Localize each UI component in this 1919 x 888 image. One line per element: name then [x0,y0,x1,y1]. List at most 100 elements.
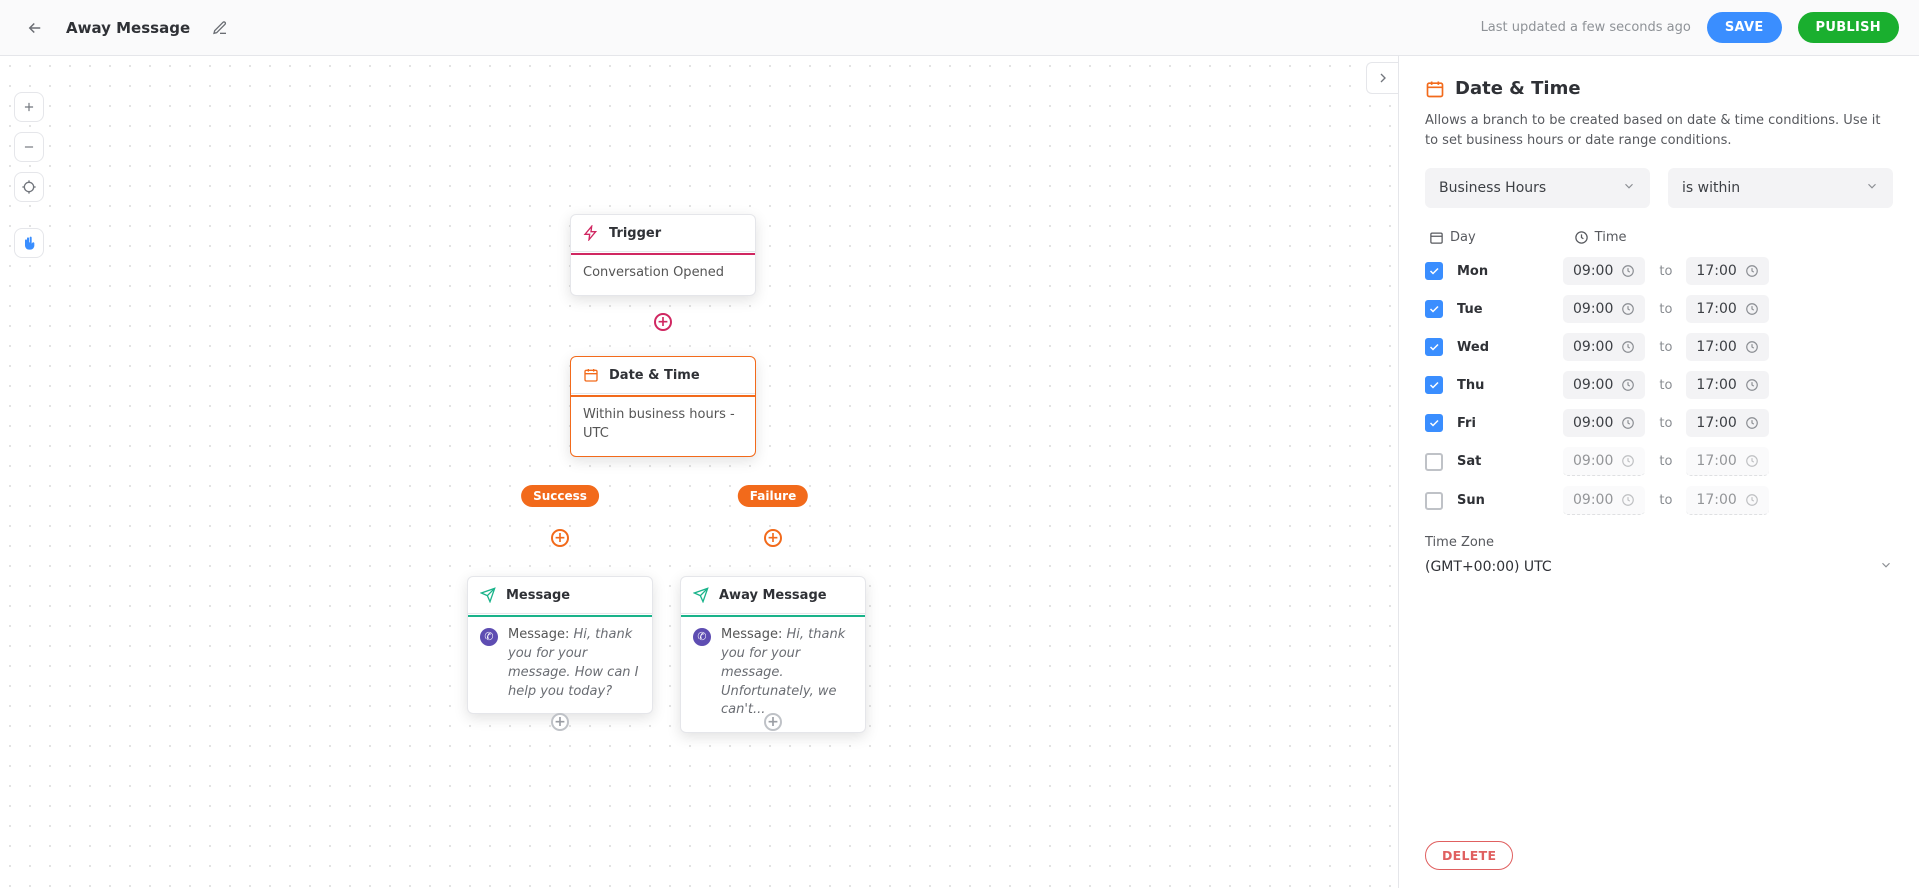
day-name: Sat [1457,454,1505,469]
clock-icon [1621,264,1635,278]
time-from-sat: 09:00 [1563,447,1645,476]
panel-heading-text: Date & Time [1455,78,1581,99]
day-name: Thu [1457,378,1505,393]
day-name: Wed [1457,340,1505,355]
zoom-in-button[interactable] [14,92,44,122]
time-from-mon[interactable]: 09:00 [1563,257,1645,285]
time-to-fri[interactable]: 17:00 [1686,409,1768,437]
clock-icon [1621,493,1635,507]
collapse-panel-button[interactable] [1366,62,1398,94]
plus-icon [22,100,36,114]
time-from-thu[interactable]: 09:00 [1563,371,1645,399]
time-from-fri[interactable]: 09:00 [1563,409,1645,437]
add-step-failure-branch[interactable]: + [764,529,782,547]
day-checkbox-sun[interactable] [1425,492,1443,510]
clock-icon [1745,416,1759,430]
day-row-wed: Wed 09:00 to 17:00 [1425,333,1893,361]
publish-button[interactable]: PUBLISH [1798,12,1899,43]
flow-canvas[interactable]: + + + + + Success Failure Trigger Conver… [0,56,1399,888]
pan-tool-button[interactable] [14,228,44,258]
day-checkbox-mon[interactable] [1425,262,1443,280]
time-to-mon[interactable]: 17:00 [1686,257,1768,285]
day-checkbox-wed[interactable] [1425,338,1443,356]
condition-type-select[interactable]: Business Hours [1425,168,1650,208]
add-step-after-trigger[interactable]: + [654,313,672,331]
channel-icon: ✆ [693,628,711,646]
main-area: + + + + + Success Failure Trigger Conver… [0,56,1919,888]
add-step-after-away-message[interactable]: + [764,713,782,731]
recenter-button[interactable] [14,172,44,202]
add-step-success-branch[interactable]: + [551,529,569,547]
node-message[interactable]: Message ✆ Message: Hi, thank you for you… [467,576,653,714]
to-label: to [1659,416,1672,431]
node-away-message[interactable]: Away Message ✆ Message: Hi, thank you fo… [680,576,866,733]
panel-heading: Date & Time [1425,78,1893,99]
save-button[interactable]: SAVE [1707,12,1782,43]
col-day-label: Day [1450,230,1476,245]
to-label: to [1659,493,1672,508]
condition-op-select[interactable]: is within [1668,168,1893,208]
delete-button[interactable]: DELETE [1425,841,1513,870]
node-date-time[interactable]: Date & Time Within business hours - UTC [570,356,756,457]
time-to-wed[interactable]: 17:00 [1686,333,1768,361]
node-date-time-body: Within business hours - UTC [571,394,755,456]
day-row-tue: Tue 09:00 to 17:00 [1425,295,1893,323]
day-name: Tue [1457,302,1505,317]
clock-icon [1745,454,1759,468]
schedule-rows: Mon 09:00 to 17:00 Tue 09:00 to 17:00 We… [1425,257,1893,515]
channel-icon: ✆ [480,628,498,646]
node-date-time-title: Date & Time [609,368,700,383]
panel-description: Allows a branch to be created based on d… [1425,111,1893,150]
time-from-sun: 09:00 [1563,486,1645,515]
node-message-title: Message [506,588,570,603]
calendar-small-icon [1429,230,1444,245]
time-to-tue[interactable]: 17:00 [1686,295,1768,323]
side-panel: Date & Time Allows a branch to be create… [1399,56,1919,888]
page-title: Away Message [66,19,190,37]
clock-icon [1745,378,1759,392]
to-label: to [1659,454,1672,469]
clock-icon [1621,416,1635,430]
back-button[interactable] [20,13,50,43]
clock-icon [1745,340,1759,354]
time-from-tue[interactable]: 09:00 [1563,295,1645,323]
day-checkbox-sat[interactable] [1425,453,1443,471]
edit-title-button[interactable] [206,14,234,42]
time-from-wed[interactable]: 09:00 [1563,333,1645,361]
send-icon [693,587,709,603]
day-row-sat: Sat 09:00 to 17:00 [1425,447,1893,476]
crosshair-icon [21,179,37,195]
time-to-thu[interactable]: 17:00 [1686,371,1768,399]
chevron-down-icon [1622,179,1636,193]
clock-icon [1745,493,1759,507]
zoom-out-button[interactable] [14,132,44,162]
clock-icon [1745,264,1759,278]
day-name: Mon [1457,264,1505,279]
clock-icon [1621,378,1635,392]
to-label: to [1659,378,1672,393]
day-checkbox-thu[interactable] [1425,376,1443,394]
flow-edges [0,56,300,206]
chevron-right-icon [1375,70,1391,86]
add-step-after-message[interactable]: + [551,713,569,731]
timezone-label: Time Zone [1425,535,1893,550]
node-trigger-title: Trigger [609,226,661,241]
time-to-sun: 17:00 [1686,486,1768,515]
node-away-message-body: Message: Hi, thank you for your message.… [721,626,853,720]
node-message-body: Message: Hi, thank you for your message.… [508,626,640,701]
node-trigger[interactable]: Trigger Conversation Opened [570,214,756,296]
arrow-left-icon [26,19,44,37]
schedule-header: Day Time [1425,230,1893,245]
chevron-down-icon [1879,558,1893,572]
clock-icon [1621,454,1635,468]
calendar-icon [583,367,599,383]
day-checkbox-tue[interactable] [1425,300,1443,318]
minus-icon [22,140,36,154]
clock-small-icon [1574,230,1589,245]
day-checkbox-fri[interactable] [1425,414,1443,432]
to-label: to [1659,302,1672,317]
bolt-icon [583,225,599,241]
day-name: Fri [1457,416,1505,431]
timezone-select[interactable]: (GMT+00:00) UTC [1425,558,1893,576]
header-bar: Away Message Last updated a few seconds … [0,0,1919,56]
